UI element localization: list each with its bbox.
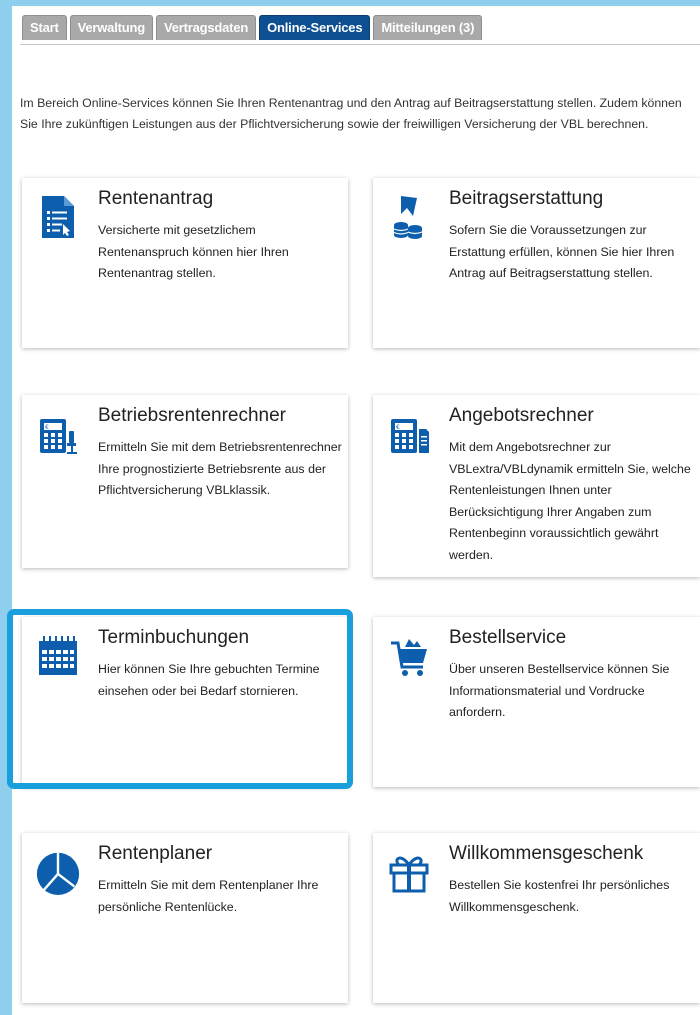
card-title: Angebotsrechner xyxy=(449,405,594,426)
card-description: Über unseren Bestellservice können Sie I… xyxy=(449,662,670,719)
card-description: Versicherte mit gesetzlichem Rentenanspr… xyxy=(98,223,289,280)
tab-online-services[interactable]: Online-Services xyxy=(259,15,371,40)
card-title: Beitragserstattung xyxy=(449,188,604,209)
page-content: Start Verwaltung Vertragsdaten Online-Se… xyxy=(7,6,700,1015)
calendar-icon xyxy=(39,636,77,675)
tab-mitteilungen[interactable]: Mitteilungen (3) xyxy=(373,15,483,40)
card-title: Betriebsrentenrechner xyxy=(98,405,286,426)
calculator-chair-icon: € xyxy=(40,419,77,454)
calculator-document-icon: € xyxy=(391,419,429,453)
card-bestellservice[interactable]: Bestellservice Über unseren Bestellservi… xyxy=(373,617,700,787)
card-terminbuchungen[interactable]: Terminbuchungen Hier können Sie Ihre geb… xyxy=(22,617,348,787)
tab-start[interactable]: Start xyxy=(22,15,67,40)
svg-text:€: € xyxy=(396,424,400,431)
card-description: Ermitteln Sie mit dem Rentenplaner Ihre … xyxy=(98,878,319,914)
card-title: Willkommensgeschenk xyxy=(449,843,644,864)
gift-icon xyxy=(389,856,429,893)
shopping-cart-icon xyxy=(391,639,427,676)
card-beitragserstattung[interactable]: Beitragserstattung Sofern Sie die Voraus… xyxy=(373,178,700,348)
card-rentenplaner[interactable]: Rentenplaner Ermitteln Sie mit dem Rente… xyxy=(22,833,348,1003)
card-title: Bestellservice xyxy=(449,627,567,648)
card-description: Sofern Sie die Voraussetzungen zur Ersta… xyxy=(449,223,675,280)
card-description: Bestellen Sie kostenfrei Ihr persönliche… xyxy=(449,878,670,914)
card-description: Hier können Sie Ihre gebuchten Termine e… xyxy=(98,662,320,698)
coins-refund-icon xyxy=(393,196,423,239)
card-title: Terminbuchungen xyxy=(98,627,250,648)
card-title: Rentenantrag xyxy=(98,188,214,209)
tab-vertragsdaten[interactable]: Vertragsdaten xyxy=(155,15,257,40)
intro-text: Im Bereich Online-Services können Sie Ih… xyxy=(20,96,682,131)
card-description: Ermitteln Sie mit dem Betriebsrentenrech… xyxy=(98,440,342,497)
tab-bar: Start Verwaltung Vertragsdaten Online-Se… xyxy=(22,15,483,47)
card-angebotsrechner[interactable]: € Angebotsrechner Mit dem Angebotsrechne… xyxy=(373,395,700,577)
tab-verwaltung[interactable]: Verwaltung xyxy=(69,15,153,40)
card-description: Mit dem Angebotsrechner zur VBLextra/VBL… xyxy=(449,440,691,562)
svg-text:€: € xyxy=(45,424,49,431)
card-willkommensgeschenk[interactable]: Willkommensgeschenk Bestellen Sie kosten… xyxy=(373,833,700,1003)
card-rentenantrag[interactable]: Rentenantrag Versicherte mit gesetzliche… xyxy=(22,178,348,348)
pie-chart-icon xyxy=(36,852,80,896)
tab-divider xyxy=(20,44,700,45)
card-betriebsrentenrechner[interactable]: € Betriebsrentenrechner Ermitteln Sie mi… xyxy=(22,395,348,568)
document-form-icon xyxy=(42,196,74,238)
card-title: Rentenplaner xyxy=(98,843,213,864)
